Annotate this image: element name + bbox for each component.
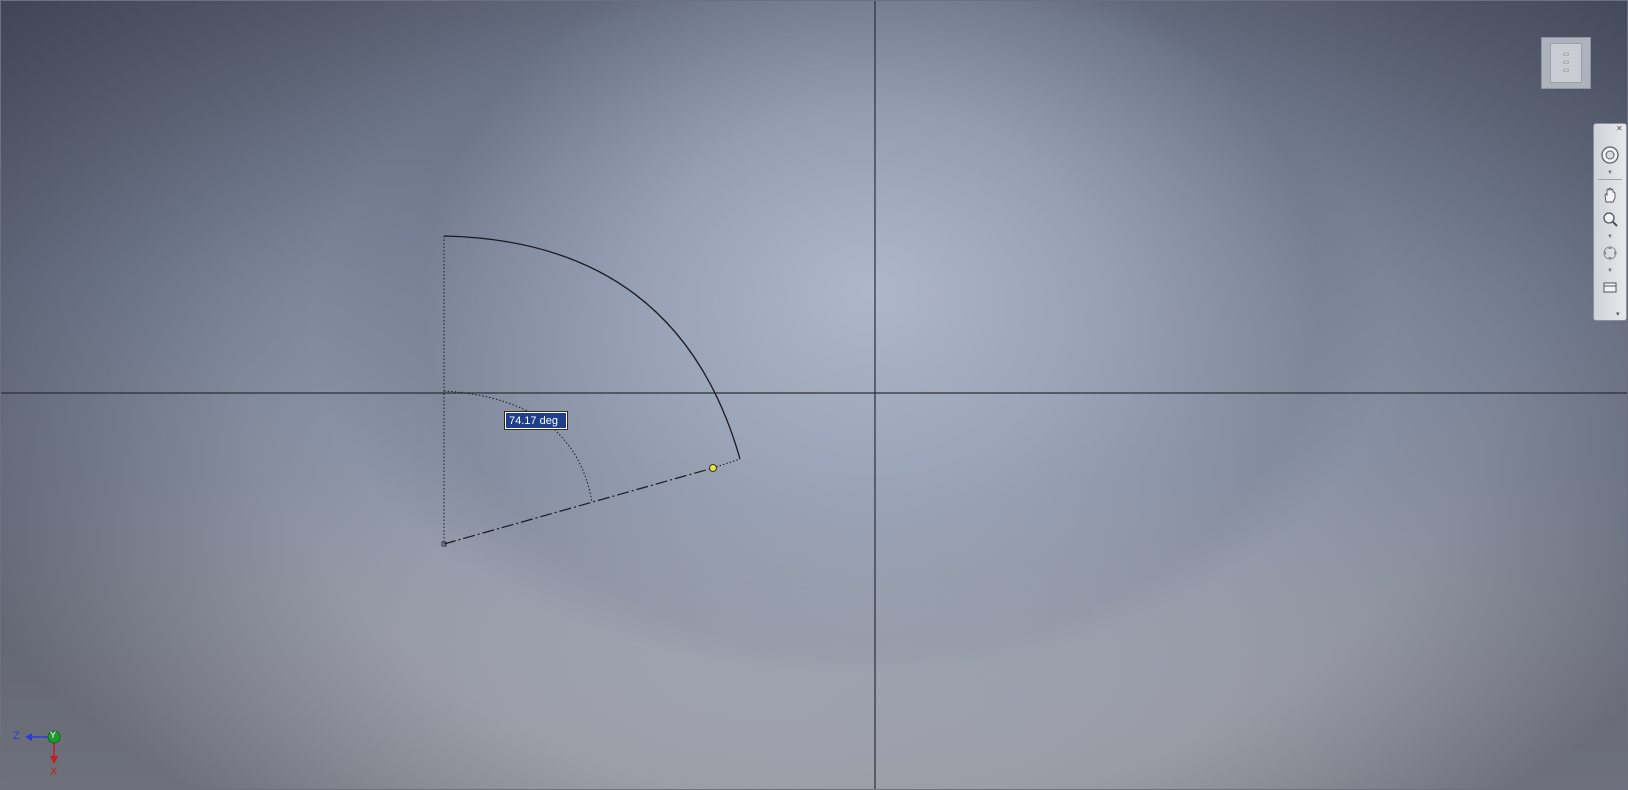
pan-icon[interactable] — [1599, 184, 1621, 206]
viewcube-face-mark: ▭ — [1562, 67, 1570, 74]
angle-dimension-arc[interactable] — [443, 390, 593, 503]
chevron-down-icon[interactable]: ▼ — [1607, 170, 1613, 176]
viewcube-face-mark: ▭ — [1562, 51, 1570, 58]
hand-glyph — [1604, 187, 1616, 203]
construction-end-segment — [712, 458, 741, 469]
navigation-bar[interactable]: ✕ ▼ ▼ ▼ ▾ — [1593, 123, 1627, 321]
viewcube-face-mark: ▭ — [1562, 59, 1570, 66]
look-at-glyph — [1603, 282, 1617, 293]
angle-dimension-input[interactable] — [504, 411, 568, 430]
viewcube-face[interactable]: ▭ ▭ ▭ — [1550, 43, 1582, 83]
zoom-glyph — [1603, 212, 1618, 227]
close-icon[interactable]: ✕ — [1616, 125, 1624, 133]
wheel-glyph — [1601, 146, 1619, 164]
z-axis-label: Z — [13, 730, 20, 742]
sketch-canvas[interactable] — [1, 1, 1628, 790]
customize-icon[interactable]: ▾ — [1616, 311, 1623, 318]
sketch-centerline[interactable] — [443, 467, 714, 545]
chevron-down-icon[interactable]: ▼ — [1607, 268, 1613, 274]
coordinate-triad: Z Y X — [11, 721, 71, 781]
nav-separator — [1598, 179, 1622, 180]
graphics-window[interactable]: ▭ ▭ ▭ ✕ ▼ ▼ — [0, 0, 1628, 790]
triad-glyph — [25, 730, 61, 764]
orbit-icon[interactable] — [1599, 242, 1621, 264]
snap-point[interactable] — [709, 464, 717, 472]
y-axis-label: Y — [50, 730, 57, 740]
full-navigation-wheel-icon[interactable] — [1599, 144, 1621, 166]
chevron-down-icon[interactable]: ▼ — [1607, 234, 1613, 240]
zoom-icon[interactable] — [1599, 208, 1621, 230]
x-axis-label: X — [50, 766, 58, 778]
orbit-glyph — [1603, 246, 1617, 260]
sketch-arc[interactable] — [443, 235, 741, 460]
look-at-icon[interactable] — [1599, 276, 1621, 298]
viewcube[interactable]: ▭ ▭ ▭ — [1541, 37, 1591, 89]
